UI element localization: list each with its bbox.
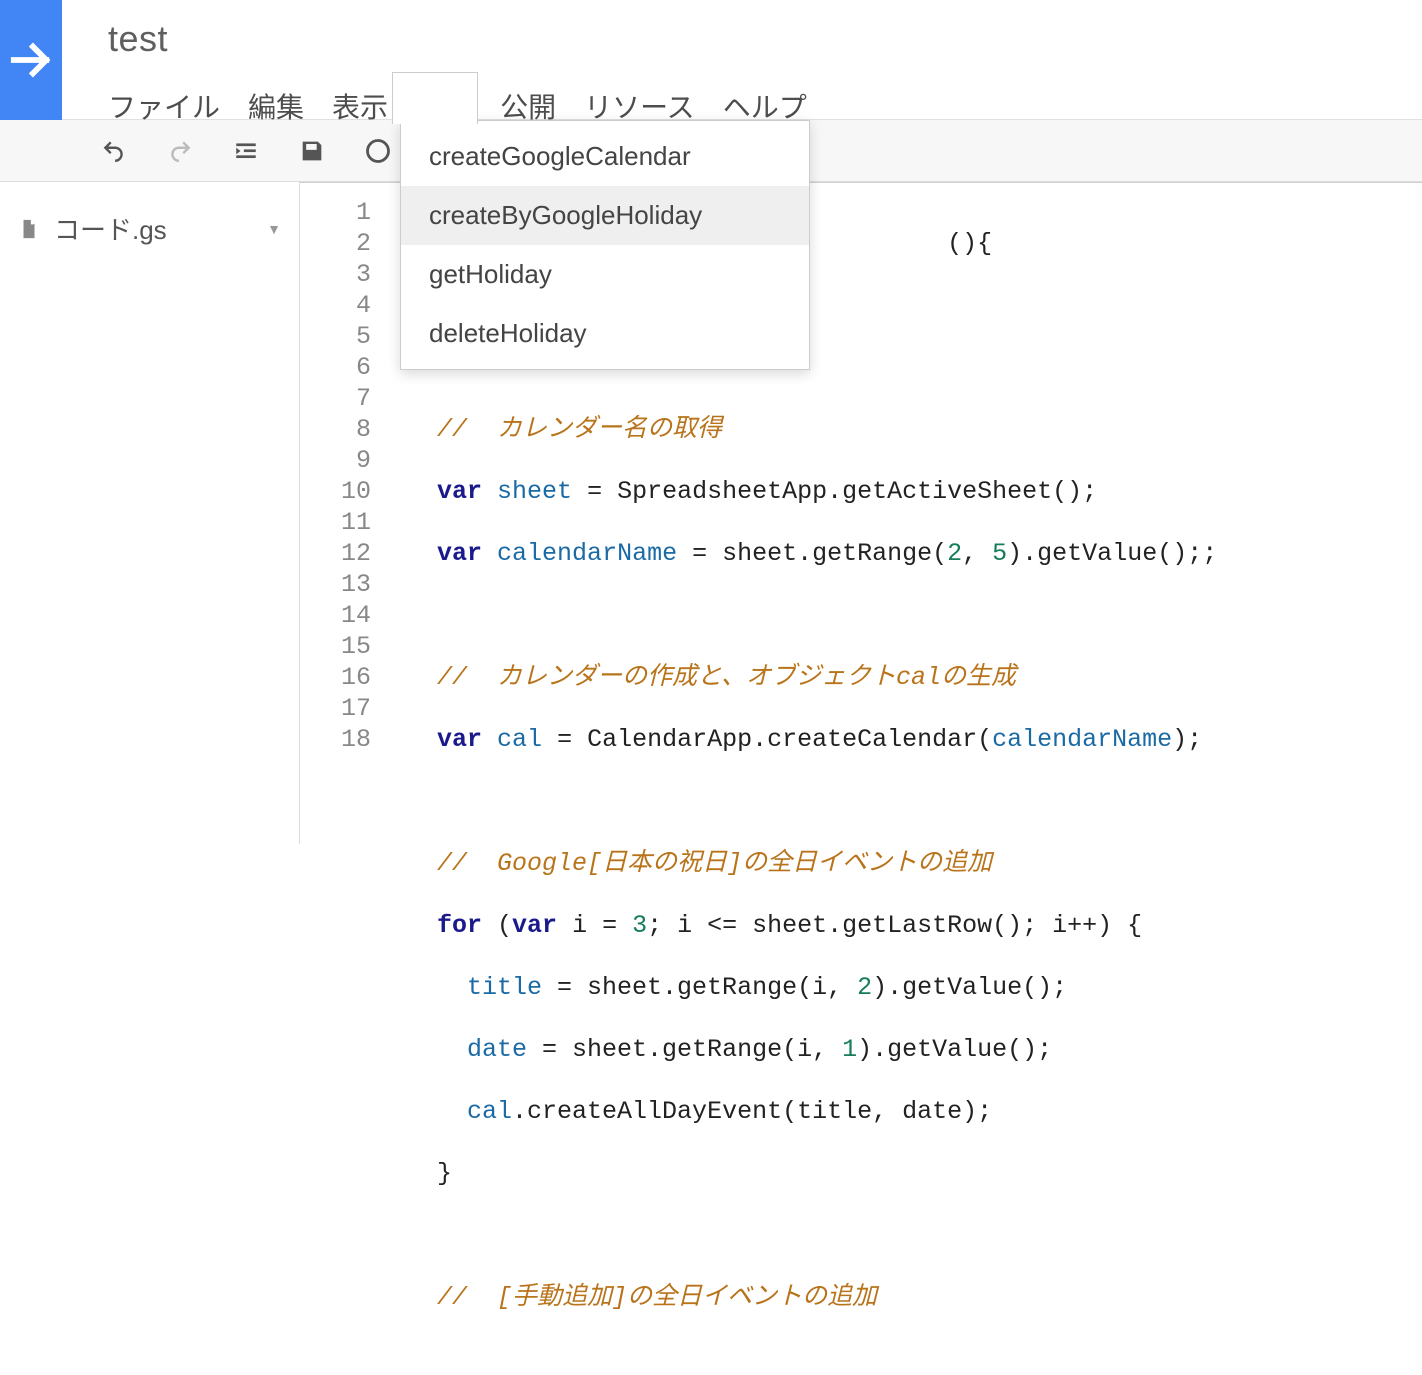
- redo-icon[interactable]: [166, 137, 194, 165]
- chevron-down-icon[interactable]: ▼: [267, 221, 281, 237]
- header: test ファイル 編集 表示 実行 公開 リソース ヘルプ: [0, 0, 1422, 120]
- menu-run-outline: [392, 72, 478, 124]
- run-fn-createGoogleCalendar[interactable]: createGoogleCalendar: [401, 127, 809, 186]
- file-icon: [18, 216, 40, 242]
- indent-icon[interactable]: [232, 137, 260, 165]
- project-title[interactable]: test: [108, 18, 807, 60]
- run-fn-createByGoogleHoliday[interactable]: createByGoogleHoliday: [401, 186, 809, 245]
- run-selected-icon[interactable]: [364, 137, 392, 165]
- menu-edit[interactable]: 編集: [248, 82, 304, 130]
- sidebar: コード.gs ▼: [0, 182, 300, 844]
- menu-view[interactable]: 表示: [332, 82, 388, 130]
- menu-file[interactable]: ファイル: [108, 82, 220, 130]
- save-icon[interactable]: [298, 137, 326, 165]
- undo-icon[interactable]: [100, 137, 128, 165]
- line-gutter: 1 2 3 4 5 6 7 8 9 10 11 12 13 14 15 16 1…: [300, 183, 385, 1375]
- run-fn-deleteHoliday[interactable]: deleteHoliday: [401, 304, 809, 363]
- sidebar-file-item[interactable]: コード.gs ▼: [0, 200, 299, 257]
- run-fn-getHoliday[interactable]: getHoliday: [401, 245, 809, 304]
- run-dropdown: createGoogleCalendar createByGoogleHolid…: [400, 120, 810, 370]
- sidebar-file-label: コード.gs: [54, 210, 167, 247]
- apps-script-logo: [0, 0, 62, 120]
